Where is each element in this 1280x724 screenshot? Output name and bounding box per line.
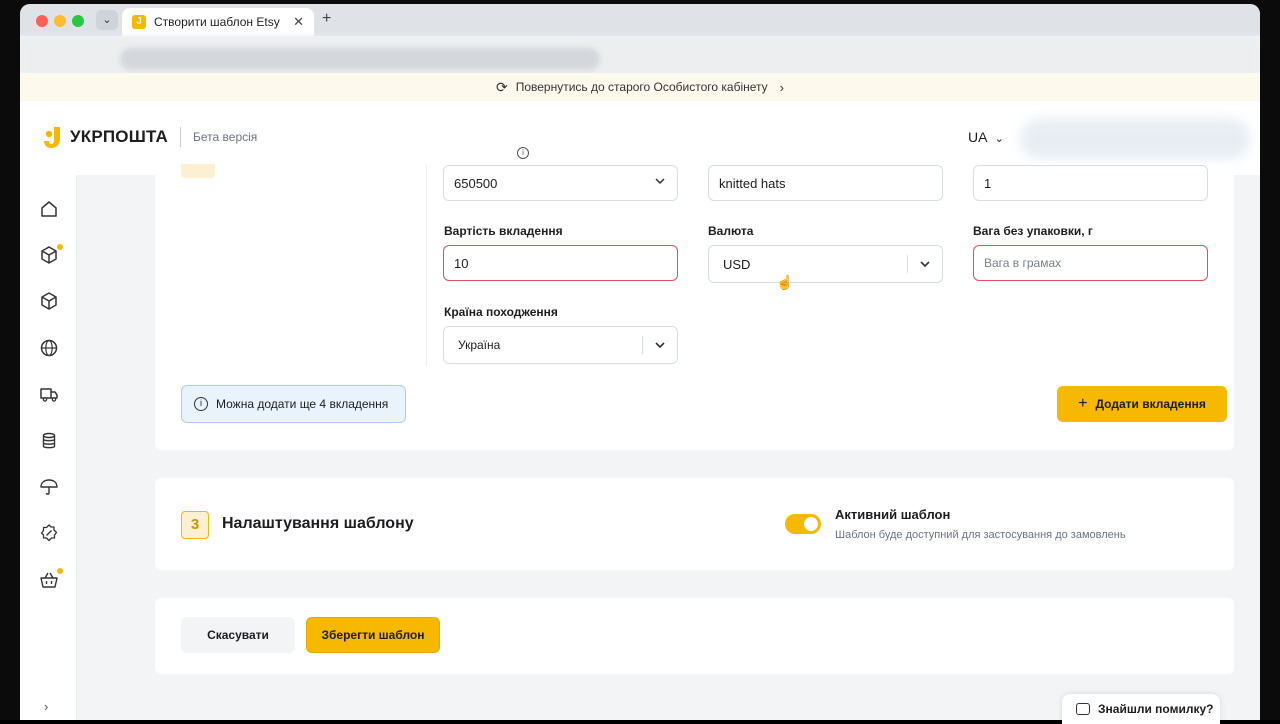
cancel-button[interactable]: Скасувати (181, 617, 295, 653)
currency-label: Валюта (708, 224, 754, 238)
mouse-pointer-icon: ☝ (776, 274, 794, 290)
origin-select[interactable]: Україна (443, 326, 678, 364)
url-field-blurred (120, 48, 600, 70)
old-cabinet-notice[interactable]: ⟳ Повернутись до старого Особистого кабі… (20, 73, 1260, 101)
discount-icon[interactable] (39, 523, 59, 543)
feedback-text: Знайшли помилку? (1098, 702, 1214, 716)
origin-label: Країна походження (444, 305, 558, 319)
weight-label: Вага без упаковки, г (973, 224, 1093, 238)
quantity-value: 1 (984, 175, 992, 191)
parcel-icon[interactable] (39, 291, 59, 311)
code-select[interactable]: 650500 (443, 165, 678, 201)
value-field[interactable]: 10 (443, 245, 678, 281)
truck-icon[interactable] (39, 384, 59, 404)
plus-icon: + (1078, 395, 1088, 412)
currency-value: USD (723, 256, 751, 272)
chevron-down-icon (655, 342, 665, 349)
chevron-down-icon: ⌄ (994, 133, 1004, 145)
chevron-down-icon (655, 178, 665, 185)
basket-icon[interactable] (39, 570, 59, 590)
browser-window: ⌄ J Створити шаблон Etsy ✕ + ⟳ Повернути… (20, 4, 1260, 720)
save-template-button[interactable]: Зберегти шаблон (306, 617, 440, 653)
home-icon[interactable] (39, 199, 59, 219)
beta-label: Бета версія (193, 130, 258, 144)
logo-text: УКРПОШТА (70, 127, 169, 146)
ukrposhta-logo[interactable]: УКРПОШТА Бета версія (42, 125, 257, 149)
template-settings-card: 3 Налаштування шаблону Активний шаблон Ш… (155, 478, 1234, 570)
attachment-card: 650500 knitted hats 1 Вартість вкладення… (155, 164, 1234, 450)
toggle-title: Активний шаблон (835, 507, 951, 522)
add-attachment-label: Додати вкладення (1095, 397, 1206, 411)
parcel-new-icon[interactable] (39, 245, 59, 265)
refresh-icon: ⟳ (495, 78, 508, 95)
user-profile-blurred[interactable] (1020, 119, 1250, 159)
step-badge-partial (181, 164, 215, 178)
section-divider (426, 164, 427, 366)
notice-text: Повернутись до старого Особистого кабіне… (515, 80, 768, 94)
select-divider (642, 336, 643, 354)
active-template-toggle[interactable] (785, 514, 821, 534)
tab-bar: ⌄ J Створити шаблон Etsy ✕ + (20, 4, 1260, 36)
screen-frame: ⌄ J Створити шаблон Etsy ✕ + ⟳ Повернути… (0, 0, 1280, 724)
actions-card: Скасувати Зберегти шаблон (155, 598, 1234, 674)
tab-close-icon[interactable]: ✕ (293, 14, 304, 30)
toggle-subtitle: Шаблон буде доступний для застосування д… (835, 529, 1126, 541)
tab-active[interactable]: J Створити шаблон Etsy ✕ (122, 8, 314, 36)
weight-field[interactable]: Вага в грамах (973, 245, 1208, 281)
select-divider (907, 255, 908, 273)
close-window-button[interactable] (36, 15, 48, 27)
sidebar: › (20, 175, 77, 720)
maximize-window-button[interactable] (72, 15, 84, 27)
notification-dot (57, 244, 63, 250)
chevron-right-icon: › (779, 79, 785, 95)
origin-value: Україна (458, 338, 501, 352)
minimize-window-button[interactable] (54, 15, 66, 27)
globe-icon[interactable] (39, 338, 59, 358)
quantity-field[interactable]: 1 (973, 165, 1208, 201)
logo-divider (180, 127, 182, 147)
info-text: Можна додати ще 4 вкладення (216, 397, 389, 411)
attachments-left-info: i Можна додати ще 4 вкладення (181, 385, 406, 423)
toggle-knob (804, 517, 818, 531)
code-value: 650500 (454, 175, 498, 191)
chat-icon (1076, 703, 1090, 715)
description-value: knitted hats (719, 175, 786, 191)
section-title: Налаштування шаблону (222, 515, 414, 532)
sidebar-expand-chevron-icon[interactable]: › (44, 699, 48, 714)
tab-list-chevron-icon[interactable]: ⌄ (96, 10, 118, 30)
weight-placeholder: Вага в грамах (984, 256, 1062, 270)
umbrella-icon[interactable] (39, 477, 59, 497)
description-field[interactable]: knitted hats (708, 165, 943, 201)
language-selector[interactable]: UA ⌄ (968, 129, 1004, 145)
database-icon[interactable] (39, 431, 59, 451)
value-label: Вартість вкладення (444, 224, 563, 238)
value-value: 10 (454, 255, 469, 271)
chevron-down-icon (920, 261, 930, 268)
info-circle-icon: i (194, 397, 208, 411)
step-number: 3 (181, 511, 209, 539)
add-attachment-button[interactable]: + Додати вкладення (1057, 386, 1227, 422)
ukrposhta-favicon-icon: J (132, 15, 146, 29)
new-tab-button[interactable]: + (322, 10, 331, 28)
info-icon[interactable]: i (517, 147, 529, 159)
notification-dot (57, 568, 63, 574)
tab-title: Створити шаблон Etsy (154, 15, 280, 29)
language-value: UA (968, 129, 987, 145)
ukrposhta-logo-icon (44, 127, 60, 148)
currency-select[interactable]: USD (708, 245, 943, 283)
